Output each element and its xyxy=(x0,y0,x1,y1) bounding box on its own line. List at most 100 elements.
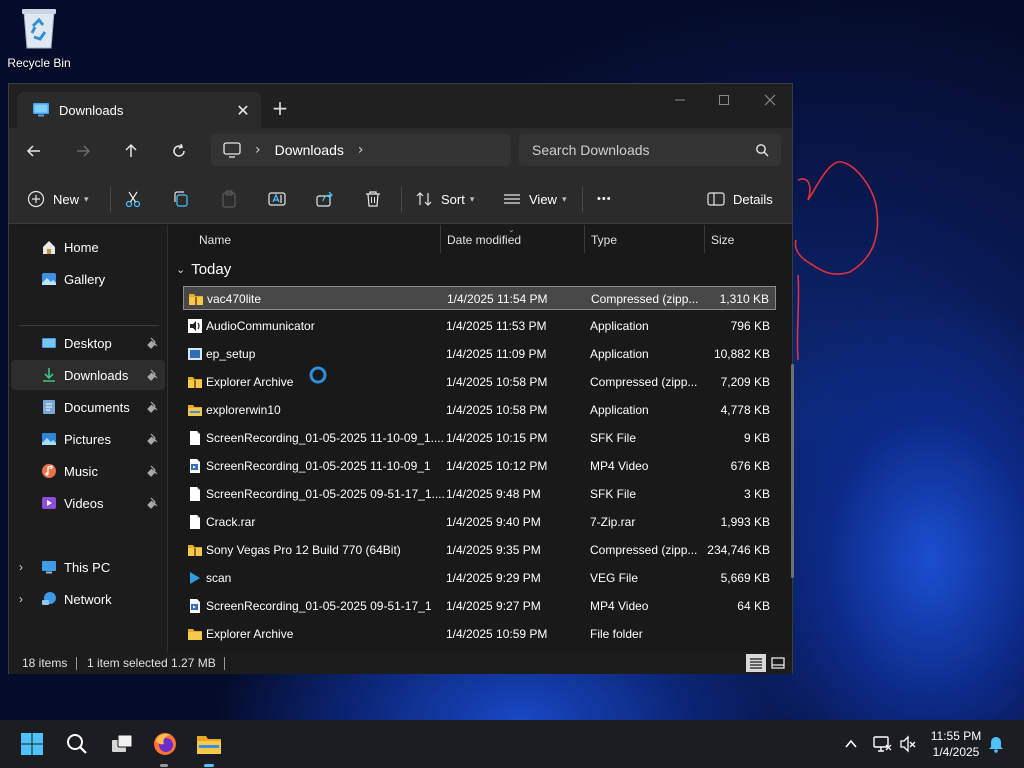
documents-icon xyxy=(43,400,55,414)
close-tab-icon[interactable]: ✕ xyxy=(235,101,251,120)
details-button[interactable]: Details xyxy=(707,186,773,212)
start-button[interactable] xyxy=(16,728,48,760)
pin-icon[interactable] xyxy=(147,401,159,413)
sidebar-item-label: Desktop xyxy=(64,335,112,351)
pin-icon[interactable] xyxy=(147,497,159,509)
pin-icon[interactable] xyxy=(147,337,159,349)
column-divider[interactable] xyxy=(440,225,441,253)
sidebar-item-home[interactable]: Home xyxy=(11,232,165,262)
table-row[interactable]: scan 1/4/2025 9:29 PM VEG File 5,669 KB xyxy=(183,566,776,590)
vertical-scrollbar[interactable] xyxy=(791,364,794,578)
table-row[interactable]: explorerwin10 1/4/2025 10:58 PM Applicatio… xyxy=(183,398,776,422)
new-button[interactable]: New ▾ xyxy=(27,186,89,212)
file-date: 1/4/2025 11:09 PM xyxy=(446,347,547,361)
table-row[interactable]: ScreenRecording_01-05-2025 09-51-17_1...… xyxy=(183,482,776,506)
sidebar-item-gallery[interactable]: Gallery xyxy=(11,264,165,294)
minimize-button[interactable] xyxy=(657,88,703,112)
new-tab-button[interactable]: + xyxy=(269,96,291,120)
table-row[interactable]: ScreenRecording_01-05-2025 11-10-09_1 1/4… xyxy=(183,454,776,478)
file-size: 5,669 KB xyxy=(720,571,770,585)
refresh-button[interactable] xyxy=(166,138,192,164)
table-row[interactable]: Explorer Archive 1/4/2025 10:58 PM Compres… xyxy=(183,370,776,394)
details-view-button[interactable] xyxy=(746,654,766,672)
pin-icon[interactable] xyxy=(147,465,159,477)
pin-icon[interactable] xyxy=(147,433,159,445)
details-pane-icon xyxy=(707,192,725,206)
search-taskbar-button[interactable] xyxy=(61,728,93,760)
sidebar-item-label: Videos xyxy=(64,495,104,511)
cut-button[interactable] xyxy=(124,186,142,212)
this-pc-icon xyxy=(42,561,56,574)
maximize-button[interactable] xyxy=(701,88,747,112)
firefox-taskbar-button[interactable] xyxy=(149,728,181,760)
file-size: 4,778 KB xyxy=(720,403,770,417)
group-header-today[interactable]: ⌄ Today xyxy=(176,261,231,278)
sidebar-item-desktop[interactable]: Desktop xyxy=(11,328,165,358)
more-options-button[interactable]: ••• xyxy=(597,186,612,212)
search-box[interactable]: Search Downloads xyxy=(519,134,781,166)
sidebar-item-this-pc[interactable]: › This PC xyxy=(11,552,165,582)
close-window-button[interactable] xyxy=(747,88,793,112)
sidebar-item-label: Music xyxy=(64,463,98,479)
folder-icon xyxy=(197,736,221,754)
column-type[interactable]: Type xyxy=(591,233,617,247)
copy-icon xyxy=(174,191,188,207)
sort-button[interactable]: Sort ▾ xyxy=(415,186,474,212)
tiles-view-button[interactable] xyxy=(768,654,788,672)
file-size: 9 KB xyxy=(743,431,770,445)
table-row[interactable]: Sony Vegas Pro 12 Build 770 (64Bit) 1/4/2… xyxy=(183,538,776,562)
table-row[interactable]: vac470lite 1/4/2025 11:54 PM Compressed (z… xyxy=(183,286,776,310)
file-name: explorerwin10 xyxy=(206,403,281,417)
table-row[interactable]: Explorer Archive 1/4/2025 10:59 PM File fo… xyxy=(183,622,776,646)
zip-folder-icon xyxy=(187,542,203,558)
chevron-right-icon[interactable]: › xyxy=(358,142,364,158)
column-name[interactable]: Name xyxy=(199,233,231,247)
pin-icon[interactable] xyxy=(147,369,159,381)
sidebar-item-videos[interactable]: Videos xyxy=(11,488,165,518)
delete-button[interactable] xyxy=(364,186,382,212)
sidebar-item-documents[interactable]: Documents xyxy=(11,392,165,422)
task-view-button[interactable] xyxy=(106,728,138,760)
sort-icon xyxy=(416,192,432,206)
column-divider[interactable] xyxy=(704,225,705,253)
tiles-view-icon xyxy=(771,657,785,669)
paste-button[interactable] xyxy=(220,186,238,212)
chevron-right-icon[interactable]: › xyxy=(19,592,31,606)
notifications-button[interactable] xyxy=(980,728,1012,760)
file-type: Compressed (zipp... xyxy=(590,375,698,389)
recycle-bin[interactable]: Recycle Bin xyxy=(4,6,74,76)
chevron-right-icon[interactable]: › xyxy=(19,560,31,574)
chevron-down-icon: ▾ xyxy=(84,193,89,204)
file-type: Compressed (zipp... xyxy=(590,543,698,557)
search-input[interactable]: Search Downloads xyxy=(532,142,755,158)
breadcrumb[interactable]: Downloads xyxy=(275,142,344,158)
column-size[interactable]: Size xyxy=(711,233,734,247)
show-hidden-icons-button[interactable] xyxy=(835,728,867,760)
column-date-modified[interactable]: Date modified xyxy=(447,233,521,247)
file-name: AudioCommunicator xyxy=(206,319,315,333)
table-row[interactable]: ScreenRecording_01-05-2025 09-51-17_1 1/4… xyxy=(183,594,776,618)
sidebar-item-pictures[interactable]: Pictures xyxy=(11,424,165,454)
tab-downloads[interactable]: Downloads ✕ xyxy=(17,92,261,128)
rename-button[interactable] xyxy=(268,186,286,212)
sidebar-item-downloads[interactable]: Downloads xyxy=(11,360,165,390)
table-row[interactable]: AudioCommunicator 1/4/2025 11:53 PM Applic… xyxy=(183,314,776,338)
file-type: Application xyxy=(590,319,649,333)
column-divider[interactable] xyxy=(584,225,585,253)
share-button[interactable] xyxy=(316,186,334,212)
file-explorer-taskbar-button[interactable] xyxy=(193,728,225,760)
back-button[interactable] xyxy=(21,138,47,164)
forward-button[interactable] xyxy=(70,138,96,164)
address-bar[interactable]: › Downloads › xyxy=(211,134,511,166)
file-name: ScreenRecording_01-05-2025 11-10-09_1 xyxy=(206,459,431,473)
table-row[interactable]: Crack.rar 1/4/2025 9:40 PM 7-Zip.rar 1,993 … xyxy=(183,510,776,534)
table-row[interactable]: ep_setup 1/4/2025 11:09 PM Application 10,8… xyxy=(183,342,776,366)
sidebar-item-music[interactable]: Music xyxy=(11,456,165,486)
sidebar-item-network[interactable]: › Network xyxy=(11,584,165,614)
file-icon xyxy=(187,430,203,446)
trash-icon xyxy=(366,191,380,207)
up-button[interactable] xyxy=(118,138,144,164)
table-row[interactable]: ScreenRecording_01-05-2025 11-10-09_1...… xyxy=(183,426,776,450)
copy-button[interactable] xyxy=(172,186,190,212)
view-button[interactable]: View ▾ xyxy=(503,186,566,212)
